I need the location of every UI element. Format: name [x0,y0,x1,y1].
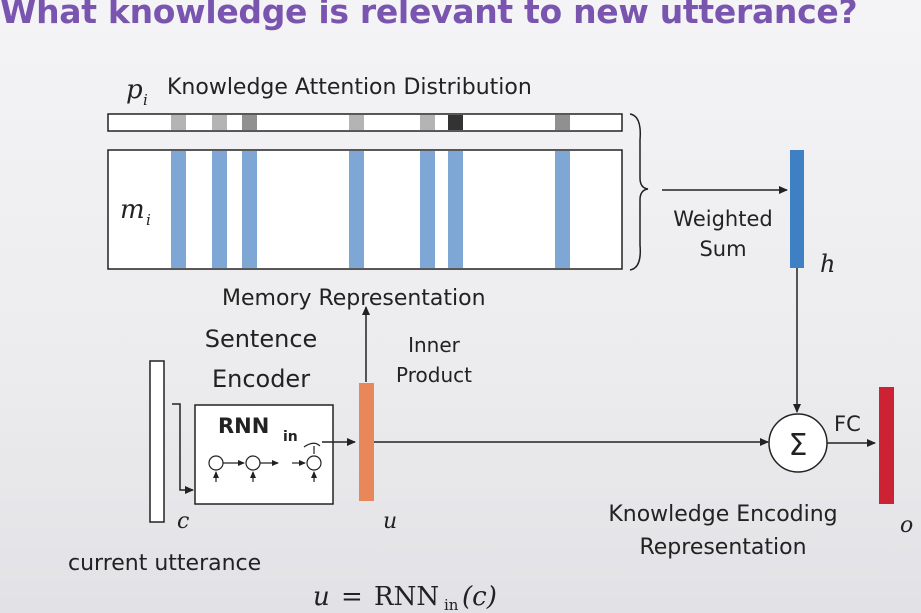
input-arrow [172,403,194,494]
p-subscript: i [143,91,148,109]
attention-cell [420,115,435,130]
formula-u: u [313,582,330,612]
inner-label-line2: Product [396,363,472,387]
diagram-canvas: p i Knowledge Attention Distribution m i… [68,75,913,613]
fc-label: FC [834,412,861,436]
formula-eq: = [341,582,363,612]
u-vector [359,383,374,501]
attention-cell [212,115,227,130]
attention-bar [107,113,623,132]
formula-arg: (c) [462,582,497,612]
sentence-encoder-line2: Encoder [212,365,310,393]
m-variable: m [120,195,145,225]
current-utterance-label: current utterance [68,551,261,576]
brace [629,113,649,271]
attention-cell [349,115,364,130]
memory-slot [242,151,257,268]
h-vector [790,150,804,268]
o-variable: o [900,513,913,538]
memory-slot [555,151,570,268]
h-variable: h [820,250,835,278]
knowledge-encoding-line1: Knowledge Encoding [608,502,837,527]
sentence-encoder-line1: Sentence [205,325,318,353]
memory-slot [171,151,186,268]
attention-cell [242,115,257,130]
weighted-label-line1: Weighted [673,207,772,231]
attention-cell [171,115,186,130]
formula: u = RNN in (c) [313,582,497,613]
memory-slot [420,151,435,268]
inner-label-line1: Inner [408,333,461,357]
p-variable: p [126,75,143,105]
current-utterance-bar [149,360,165,523]
attention-label: Knowledge Attention Distribution [167,75,532,100]
rnn-label: RNN [218,414,269,438]
m-subscript: i [146,211,151,229]
formula-rnn: RNN [374,582,439,612]
formula-subscript: in [444,596,459,613]
memory-slot [448,151,463,268]
c-variable: c [177,509,189,534]
o-vector [879,387,894,504]
knowledge-encoding-line2: Representation [639,535,806,560]
u-variable: u [383,509,397,534]
memory-slot [349,151,364,268]
memory-matrix [107,149,623,270]
weighted-label-line2: Sum [699,237,746,261]
attention-cell [555,115,570,130]
memory-representation-label: Memory Representation [222,286,486,311]
attention-cell [448,115,463,130]
memory-slot [212,151,227,268]
rnn-subscript: in [283,429,298,445]
sigma-icon: Σ [789,428,808,463]
